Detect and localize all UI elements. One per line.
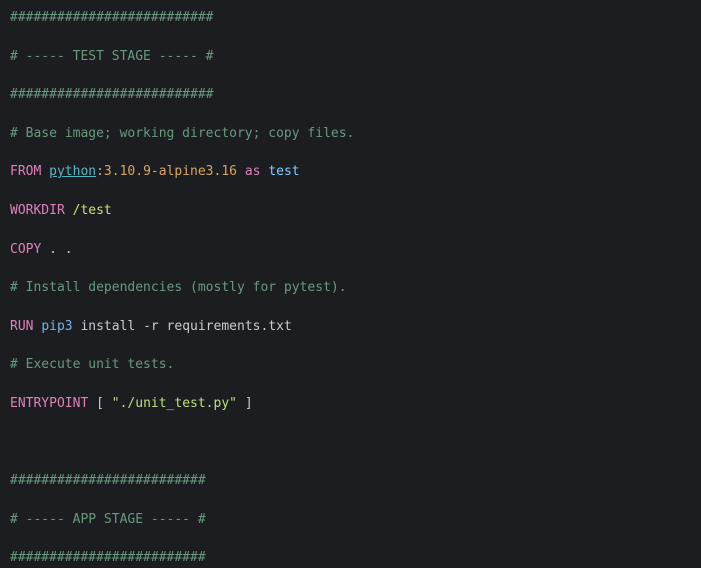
string: "./unit_test.py" (112, 396, 237, 411)
image-tag: :3.10.9-alpine3.16 (96, 164, 237, 179)
kw-entrypoint: ENTRYPOINT (10, 396, 88, 411)
image-name: python (49, 164, 96, 179)
stage-name: test (268, 164, 299, 179)
kw-as: as (245, 164, 261, 179)
comment: # ----- TEST STAGE ----- # (10, 49, 214, 64)
comment: # Execute unit tests. (10, 357, 174, 372)
comment: # ----- APP STAGE ----- # (10, 512, 206, 527)
comment: # Install dependencies (mostly for pytes… (10, 280, 347, 295)
kw-run: RUN (10, 319, 33, 334)
copy-args: . . (49, 242, 72, 257)
bracket-open: [ (96, 396, 112, 411)
cmd: pip3 (41, 319, 72, 334)
kw-copy: COPY (10, 242, 41, 257)
path: /test (73, 203, 112, 218)
comment: ######################### (10, 550, 206, 565)
bracket-close: ] (237, 396, 253, 411)
comment: # Base image; working directory; copy fi… (10, 126, 354, 141)
cmd-args: install -r requirements.txt (80, 319, 291, 334)
comment: ########################## (10, 10, 214, 25)
comment: ########################## (10, 87, 214, 102)
kw-workdir: WORKDIR (10, 203, 65, 218)
kw-from: FROM (10, 164, 41, 179)
code-editor[interactable]: ########################## # ----- TEST … (0, 0, 701, 568)
comment: ######################### (10, 473, 206, 488)
